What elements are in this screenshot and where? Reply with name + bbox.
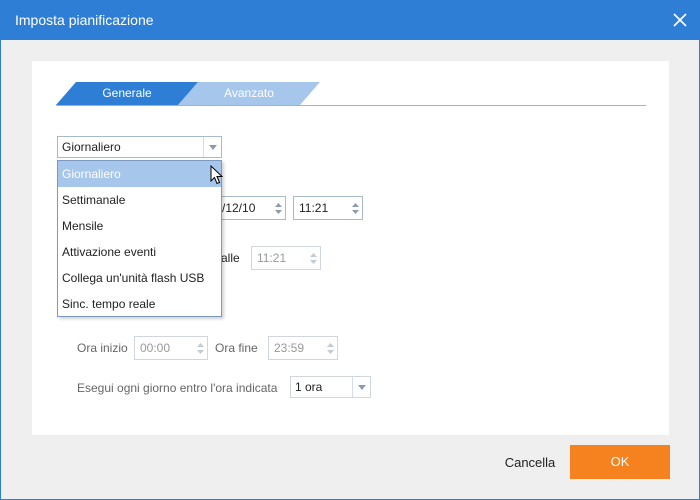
option-giornaliero[interactable]: Giornaliero bbox=[58, 161, 221, 187]
tab-avanzato-label: Avanzato bbox=[224, 86, 274, 100]
option-settimanale[interactable]: Settimanale bbox=[58, 187, 221, 213]
tab-avanzato[interactable]: Avanzato bbox=[178, 82, 320, 105]
tab-generale[interactable]: Generale bbox=[56, 82, 198, 105]
start-time-value: 11:21 bbox=[299, 201, 329, 215]
tab-underline bbox=[56, 105, 646, 106]
end-time-label: Ora fine bbox=[215, 341, 258, 355]
interval-time-spinner[interactable]: 11:21 bbox=[251, 246, 321, 270]
schedule-type-dropdown: Giornaliero Settimanale Mensile Attivazi… bbox=[57, 160, 222, 317]
schedule-dialog: Imposta pianificazione Avanzato Generale bbox=[0, 0, 700, 500]
option-unita-flash-usb[interactable]: Collega un'unità flash USB bbox=[58, 265, 221, 291]
range-start-spinner[interactable]: 00:00 bbox=[134, 336, 208, 360]
range-start-value: 00:00 bbox=[140, 341, 171, 355]
mouse-pointer-icon bbox=[210, 164, 224, 188]
ok-button[interactable]: OK bbox=[570, 445, 670, 479]
close-icon[interactable] bbox=[669, 9, 691, 31]
tab-bar: Avanzato Generale bbox=[56, 82, 646, 107]
option-attivazione-eventi[interactable]: Attivazione eventi bbox=[58, 239, 221, 265]
cancel-button[interactable]: Cancella bbox=[493, 447, 567, 479]
title-bar: Imposta pianificazione bbox=[1, 1, 699, 40]
schedule-type-value: Giornaliero bbox=[62, 140, 121, 154]
repeat-label: Esegui ogni giorno entro l'ora indicata bbox=[77, 381, 278, 395]
spinner-arrows-icon[interactable] bbox=[193, 337, 207, 359]
schedule-type-select[interactable]: Giornaliero bbox=[57, 136, 222, 158]
interval-label: alle bbox=[221, 251, 240, 265]
repeat-interval-select[interactable]: 1 ora bbox=[290, 376, 371, 398]
tab-generale-label: Generale bbox=[102, 86, 152, 100]
settings-panel: Avanzato Generale Giornaliero /12/10 11:… bbox=[32, 61, 669, 435]
start-time-spinner[interactable]: 11:21 bbox=[293, 196, 363, 220]
option-sinc-tempo-reale[interactable]: Sinc. tempo reale bbox=[58, 291, 221, 317]
repeat-interval-value: 1 ora bbox=[295, 380, 323, 394]
spinner-arrows-icon[interactable] bbox=[323, 337, 337, 359]
chevron-down-icon[interactable] bbox=[352, 377, 370, 397]
range-end-value: 23:59 bbox=[274, 341, 305, 355]
range-end-spinner[interactable]: 23:59 bbox=[268, 336, 338, 360]
dialog-title: Imposta pianificazione bbox=[15, 12, 154, 28]
interval-time-value: 11:21 bbox=[257, 251, 287, 265]
spinner-arrows-icon[interactable] bbox=[306, 247, 320, 269]
spinner-arrows-icon[interactable] bbox=[271, 197, 285, 219]
spinner-arrows-icon[interactable] bbox=[348, 197, 362, 219]
option-mensile[interactable]: Mensile bbox=[58, 213, 221, 239]
chevron-down-icon[interactable] bbox=[203, 137, 221, 157]
start-time-label: Ora inizio bbox=[77, 341, 128, 355]
